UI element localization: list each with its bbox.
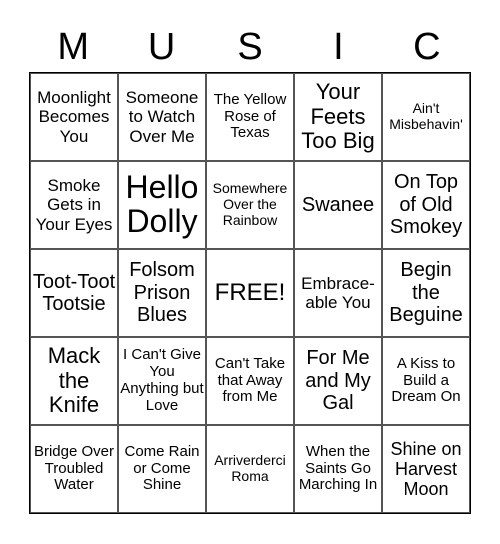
bingo-cell[interactable]: Arriverderci Roma <box>206 425 294 513</box>
bingo-cell[interactable]: When the Saints Go Marching In <box>294 425 382 513</box>
bingo-cell[interactable]: Toot-Toot Tootsie <box>30 249 118 337</box>
header-letter-c: C <box>413 26 441 68</box>
bingo-cell[interactable]: Come Rain or Come Shine <box>118 425 206 513</box>
bingo-header: M U S I C <box>29 22 471 72</box>
bingo-cell[interactable]: Shine on Harvest Moon <box>382 425 470 513</box>
bingo-cell[interactable]: Can't Take that Away from Me <box>206 337 294 425</box>
bingo-cell[interactable]: Begin the Beguine <box>382 249 470 337</box>
bingo-cell[interactable]: Bridge Over Troubled Water <box>30 425 118 513</box>
bingo-cell[interactable]: Your Feets Too Big <box>294 73 382 161</box>
free-space[interactable]: FREE! <box>206 249 294 337</box>
header-letter-i: I <box>333 26 344 68</box>
bingo-cell[interactable]: Ain't Misbehavin' <box>382 73 470 161</box>
header-letter-s: S <box>237 26 263 68</box>
header-letter-m: M <box>57 26 90 68</box>
bingo-cell[interactable]: Swanee <box>294 161 382 249</box>
bingo-cell[interactable]: Hello Dolly <box>118 161 206 249</box>
bingo-cell[interactable]: Moonlight Becomes You <box>30 73 118 161</box>
header-letter-u: U <box>147 26 176 68</box>
bingo-cell[interactable]: Folsom Prison Blues <box>118 249 206 337</box>
bingo-grid: Moonlight Becomes You Someone to Watch O… <box>29 72 471 514</box>
bingo-cell[interactable]: I Can't Give You Anything but Love <box>118 337 206 425</box>
bingo-cell[interactable]: The Yellow Rose of Texas <box>206 73 294 161</box>
bingo-cell[interactable]: Mack the Knife <box>30 337 118 425</box>
bingo-cell[interactable]: On Top of Old Smokey <box>382 161 470 249</box>
bingo-cell[interactable]: Somewhere Over the Rainbow <box>206 161 294 249</box>
bingo-cell[interactable]: Smoke Gets in Your Eyes <box>30 161 118 249</box>
bingo-cell[interactable]: For Me and My Gal <box>294 337 382 425</box>
bingo-cell[interactable]: Embrace-able You <box>294 249 382 337</box>
bingo-cell[interactable]: Someone to Watch Over Me <box>118 73 206 161</box>
bingo-cell[interactable]: A Kiss to Build a Dream On <box>382 337 470 425</box>
